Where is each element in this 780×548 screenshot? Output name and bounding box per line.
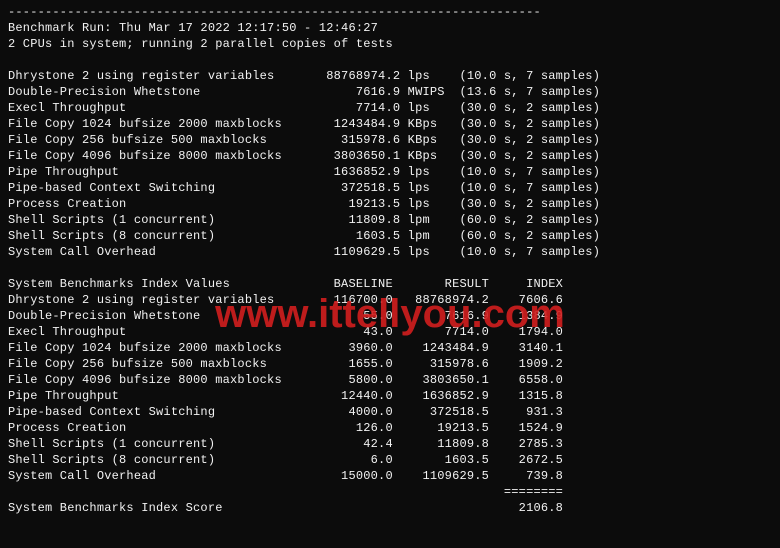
terminal-output: ----------------------------------------… bbox=[0, 0, 780, 548]
